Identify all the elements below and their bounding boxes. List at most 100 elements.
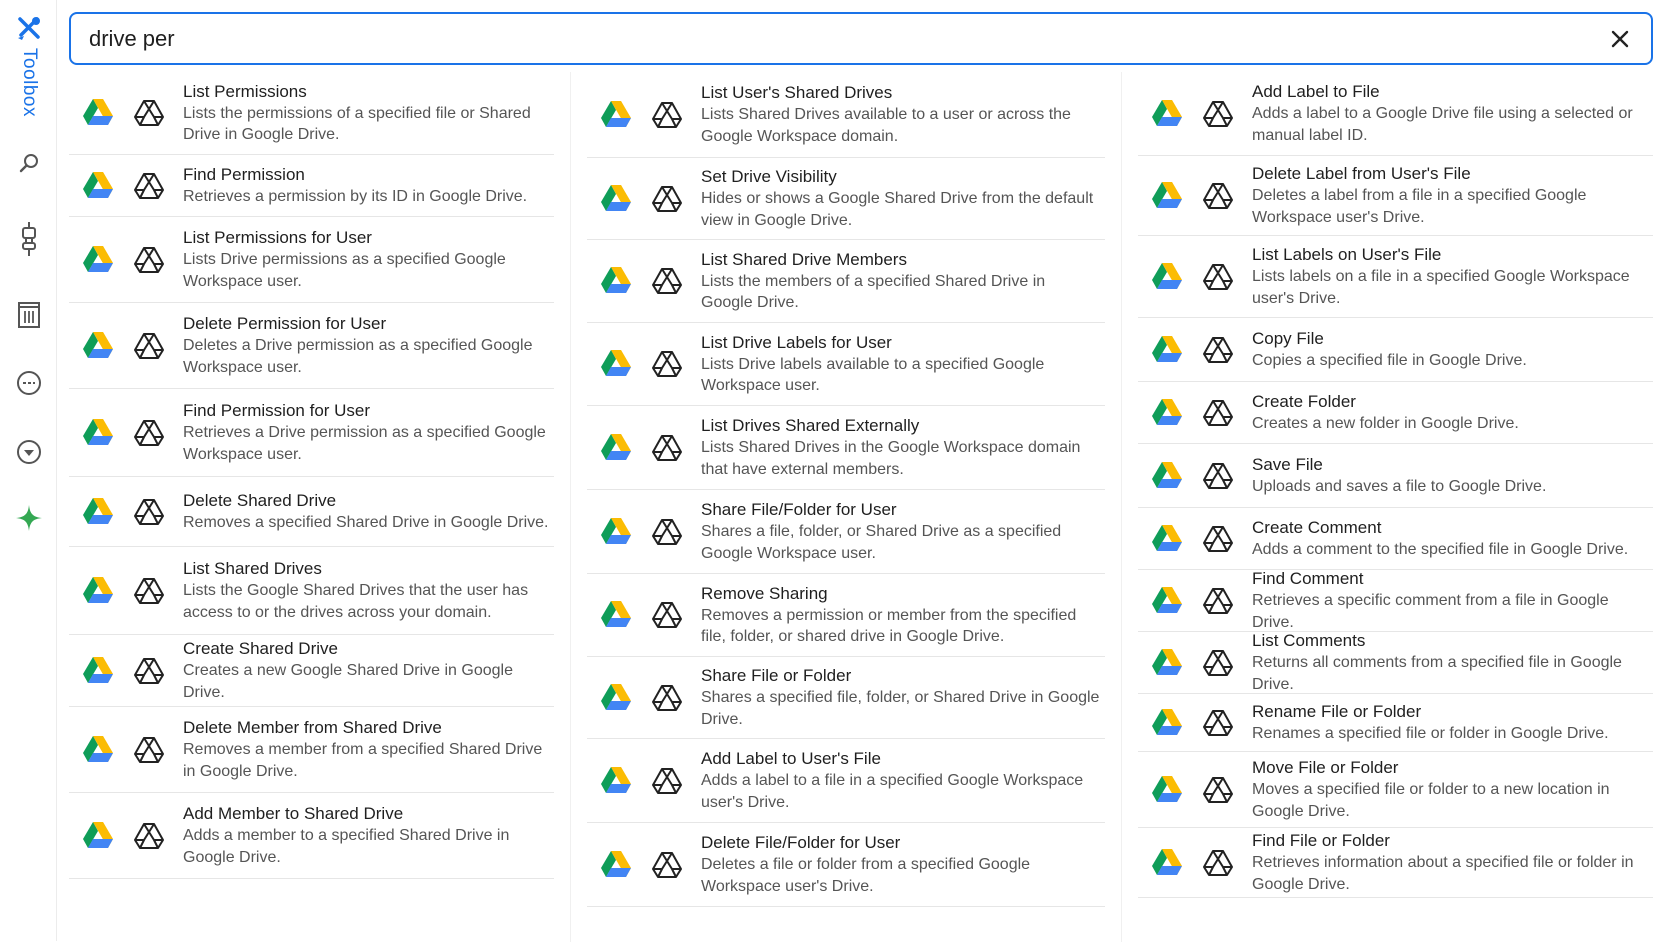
result-item[interactable]: Remove Sharing Removes a permission or me… xyxy=(587,574,1105,657)
result-description: Adds a label to a file in a specified Go… xyxy=(701,772,1084,811)
result-item[interactable]: Share File or Folder Shares a specified f… xyxy=(587,657,1105,739)
result-title: List Labels on User's File xyxy=(1252,245,1442,264)
result-item[interactable]: Delete Label from User's File Deletes a l… xyxy=(1138,156,1653,236)
result-title: Share File or Folder xyxy=(701,666,852,685)
drive-outline-icon xyxy=(133,97,165,129)
result-item[interactable]: Find Permission for User Retrieves a Driv… xyxy=(69,389,554,477)
drive-outline-icon xyxy=(133,244,165,276)
tools-icon xyxy=(16,16,42,42)
google-drive-icon xyxy=(601,601,631,629)
result-description: Uploads and saves a file to Google Drive… xyxy=(1252,477,1547,495)
archive-icon[interactable] xyxy=(14,300,44,330)
result-item[interactable]: Add Label to User's File Adds a label to … xyxy=(587,739,1105,823)
result-item[interactable]: Delete Shared Drive Removes a specified S… xyxy=(69,477,554,547)
drive-outline-icon xyxy=(1202,707,1234,739)
google-drive-icon xyxy=(1152,99,1182,128)
minus-circle-icon[interactable] xyxy=(14,368,44,398)
result-description: Lists Drive labels available to a specif… xyxy=(701,355,1045,395)
result-title: Create Shared Drive xyxy=(183,639,338,658)
google-drive-icon xyxy=(1152,708,1182,737)
close-icon xyxy=(1611,30,1629,47)
result-title: List User's Shared Drives xyxy=(701,83,893,102)
result-item[interactable]: Delete File/Folder for User Deletes a fil… xyxy=(587,823,1105,907)
result-item[interactable]: List Drives Shared Externally Lists Share… xyxy=(587,406,1105,490)
result-description: Lists the Google Shared Drives that the … xyxy=(183,582,529,621)
drive-outline-icon xyxy=(133,655,165,687)
result-title: Delete Permission for User xyxy=(183,314,387,333)
result-item[interactable]: Delete Permission for User Deletes a Driv… xyxy=(69,303,554,389)
result-title: List Shared Drives xyxy=(183,559,322,578)
result-description: Deletes a label from a file in a specifi… xyxy=(1252,187,1587,226)
search-input[interactable]: drive per xyxy=(89,26,1607,52)
result-item[interactable]: Find Permission Retrieves a permission by… xyxy=(69,155,554,217)
result-item[interactable]: List Permissions for User Lists Drive per… xyxy=(69,217,554,303)
result-item[interactable]: Save File Uploads and saves a file to Goo… xyxy=(1138,444,1653,508)
result-item[interactable]: List Drive Labels for User Lists Drive la… xyxy=(587,323,1105,406)
result-description: Deletes a file or folder from a specifie… xyxy=(701,856,1031,895)
result-item[interactable]: List Shared Drives Lists the Google Share… xyxy=(69,547,554,635)
result-description: Adds a member to a specified Shared Driv… xyxy=(183,827,510,866)
result-item[interactable]: Copy File Copies a specified file in Goog… xyxy=(1138,318,1653,382)
result-title: List Permissions for User xyxy=(183,228,372,247)
google-drive-icon xyxy=(1152,398,1182,427)
google-drive-icon xyxy=(601,517,631,546)
result-item[interactable]: Share File/Folder for User Shares a file,… xyxy=(587,490,1105,574)
result-title: Find Permission xyxy=(183,164,305,184)
result-item[interactable]: List Permissions Lists the permissions of… xyxy=(69,72,554,155)
clear-search-button[interactable] xyxy=(1607,26,1633,52)
result-item[interactable]: Delete Member from Shared Drive Removes a… xyxy=(69,707,554,793)
drive-outline-icon xyxy=(1202,261,1234,293)
sparkle-icon[interactable] xyxy=(14,503,44,533)
search-bar[interactable]: drive per xyxy=(69,12,1653,65)
result-title: List Comments xyxy=(1252,632,1366,650)
google-drive-icon xyxy=(83,245,113,274)
result-item[interactable]: Add Label to File Adds a label to a Googl… xyxy=(1138,72,1653,156)
plug-icon[interactable] xyxy=(14,222,44,256)
drive-outline-icon xyxy=(1202,523,1234,555)
result-item[interactable]: Rename File or Folder Renames a specified… xyxy=(1138,694,1653,752)
google-drive-icon xyxy=(83,656,113,685)
result-item[interactable]: Find Comment Retrieves a specific comment… xyxy=(1138,570,1653,632)
drive-outline-icon xyxy=(651,99,683,131)
result-title: List Drive Labels for User xyxy=(701,332,892,352)
drive-outline-icon xyxy=(1202,334,1234,366)
search-icon[interactable] xyxy=(14,148,44,178)
result-description: Retrieves information about a specified … xyxy=(1252,854,1634,893)
drive-outline-icon xyxy=(651,682,683,714)
result-item[interactable]: List User's Shared Drives Lists Shared Dr… xyxy=(587,72,1105,158)
google-drive-icon xyxy=(1152,335,1182,364)
result-description: Lists the permissions of a specified fil… xyxy=(183,104,531,144)
google-drive-icon xyxy=(601,184,631,213)
chevron-down-circle-icon[interactable] xyxy=(14,437,44,467)
drive-outline-icon xyxy=(133,417,165,449)
result-description: Shares a specified file, folder, or Shar… xyxy=(701,689,1100,728)
result-item[interactable]: List Shared Drive Members Lists the membe… xyxy=(587,240,1105,323)
google-drive-icon xyxy=(1152,262,1182,291)
result-item[interactable]: List Comments Returns all comments from a… xyxy=(1138,632,1653,694)
result-description: Retrieves a Drive permission as a specif… xyxy=(183,424,546,463)
drive-outline-icon xyxy=(651,432,683,464)
google-drive-icon xyxy=(601,683,631,712)
result-item[interactable]: Find File or Folder Retrieves information… xyxy=(1138,828,1653,898)
drive-outline-icon xyxy=(1202,585,1234,617)
drive-outline-icon xyxy=(1202,647,1234,679)
result-title: Add Label to File xyxy=(1252,82,1380,101)
result-item[interactable]: Create Shared Drive Creates a new Google … xyxy=(69,635,554,707)
result-description: Lists Shared Drives available to a user … xyxy=(701,106,1071,145)
result-item[interactable]: List Labels on User's File Lists labels o… xyxy=(1138,236,1653,318)
google-drive-icon xyxy=(83,418,113,447)
result-description: Copies a specified file in Google Drive. xyxy=(1252,351,1527,369)
result-item[interactable]: Create Comment Adds a comment to the spec… xyxy=(1138,508,1653,570)
result-title: Create Comment xyxy=(1252,517,1382,537)
toolbox-brand[interactable]: Toolbox xyxy=(14,16,44,117)
result-item[interactable]: Set Drive Visibility Hides or shows a Goo… xyxy=(587,158,1105,240)
result-item[interactable]: Move File or Folder Moves a specified fil… xyxy=(1138,752,1653,828)
google-drive-icon xyxy=(1152,848,1182,877)
result-description: Adds a comment to the specified file in … xyxy=(1252,540,1629,558)
result-title: Delete File/Folder for User xyxy=(701,833,901,852)
result-title: Add Member to Shared Drive xyxy=(183,804,404,823)
result-item[interactable]: Create Folder Creates a new folder in Goo… xyxy=(1138,382,1653,444)
result-description: Removes a member from a specified Shared… xyxy=(183,741,543,780)
result-description: Adds a label to a Google Drive file usin… xyxy=(1252,105,1633,144)
result-item[interactable]: Add Member to Shared Drive Adds a member … xyxy=(69,793,554,879)
